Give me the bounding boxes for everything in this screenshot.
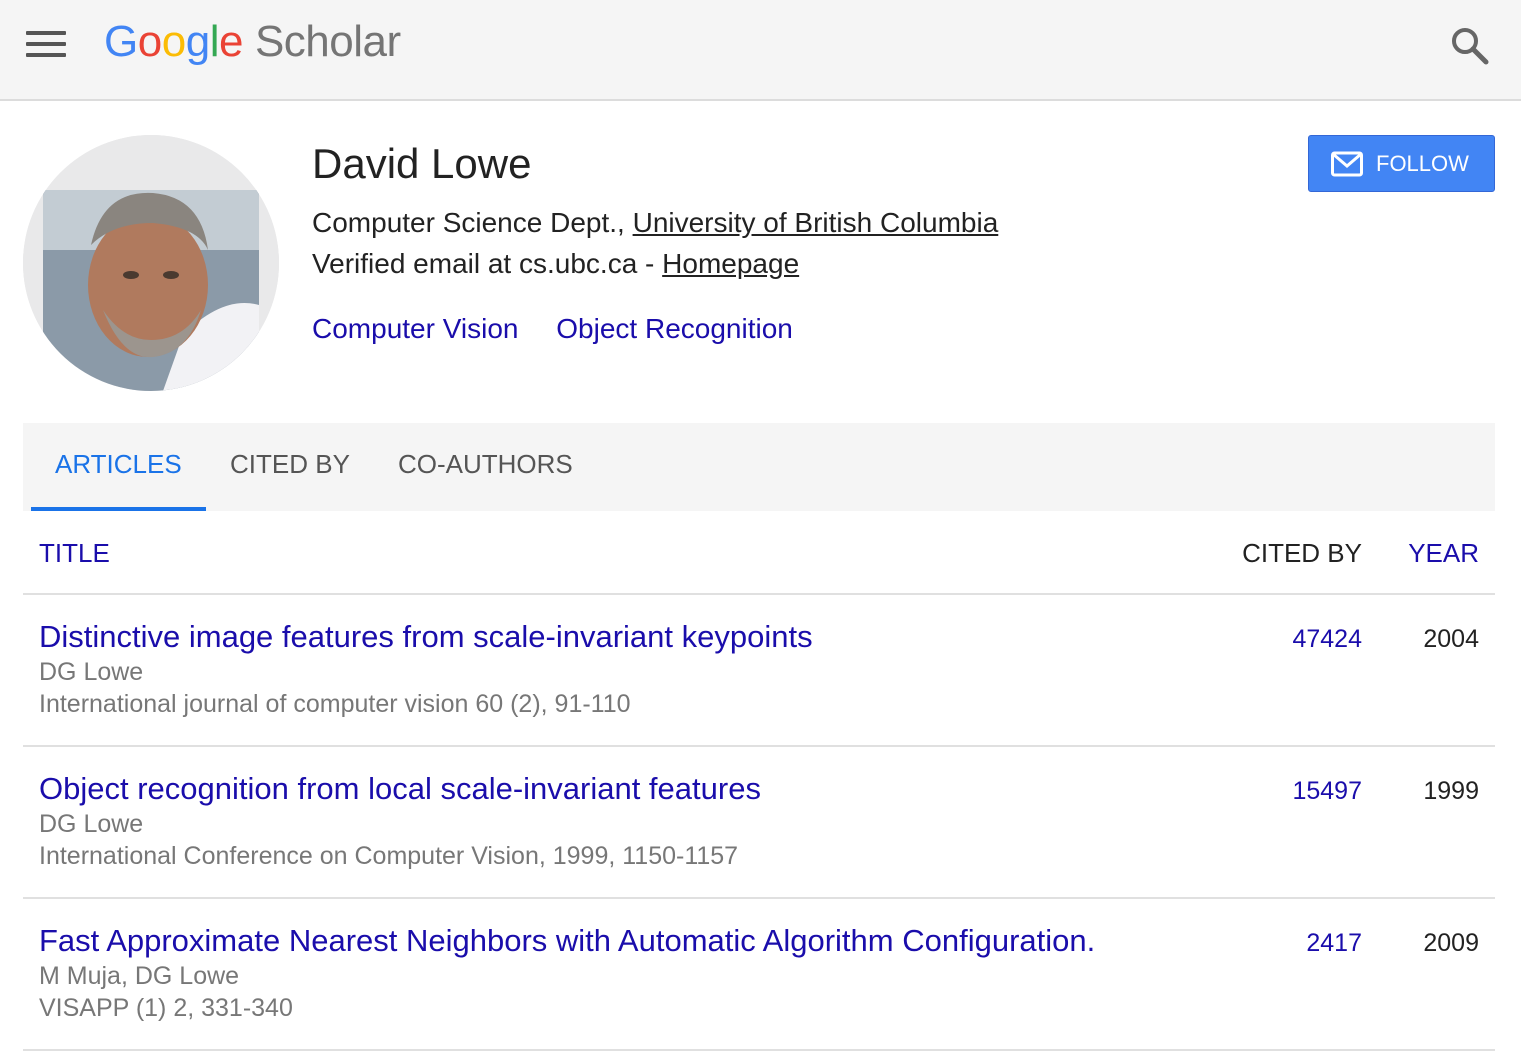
article-venue: International journal of computer vision… (39, 690, 631, 718)
article-title-link[interactable]: Distinctive image features from scale-in… (39, 619, 813, 655)
interest-computer-vision[interactable]: Computer Vision (312, 313, 518, 344)
profile-photo (23, 135, 279, 391)
table-row: Fast Approximate Nearest Neighbors with … (23, 899, 1495, 1051)
cited-by-count-link[interactable]: 47424 (1292, 625, 1362, 654)
article-venue: International Conference on Computer Vis… (39, 842, 739, 870)
article-year: 2004 (1423, 625, 1479, 653)
profile-name: David Lowe (312, 140, 532, 187)
top-bar: Google Scholar (0, 0, 1521, 101)
cited-by-header: CITED BY (1242, 538, 1362, 568)
logo-letter: o (161, 17, 186, 66)
articles-table-header: TITLE CITED BY YEAR (23, 511, 1495, 595)
tab-cited-by[interactable]: CITED BY (230, 449, 350, 480)
article-title-link[interactable]: Object recognition from local scale-inva… (39, 771, 761, 807)
logo-letter: l (209, 17, 220, 66)
cited-by-count-link[interactable]: 2417 (1306, 929, 1362, 958)
profile-email: Verified email at cs.ubc.ca - Homepage (312, 248, 799, 280)
logo-letter: G (104, 17, 138, 66)
search-icon[interactable] (1448, 24, 1492, 68)
affiliation-department: Computer Science Dept., (312, 207, 633, 238)
profile-tabs: ARTICLES CITED BY CO-AUTHORS (23, 423, 1495, 511)
cited-by-count-link[interactable]: 15497 (1292, 777, 1362, 806)
article-title-link[interactable]: Fast Approximate Nearest Neighbors with … (39, 923, 1095, 959)
table-row: Object recognition from local scale-inva… (23, 747, 1495, 899)
google-scholar-logo[interactable]: Google Scholar (104, 14, 401, 70)
hamburger-menu-icon[interactable] (26, 31, 66, 57)
envelope-icon (1331, 151, 1363, 177)
article-year: 1999 (1423, 777, 1479, 805)
sort-by-year[interactable]: YEAR (1408, 538, 1479, 569)
research-interests: Computer Vision Object Recognition (312, 313, 823, 345)
follow-label: FOLLOW (1376, 151, 1469, 176)
logo-letter: g (185, 17, 210, 66)
homepage-link[interactable]: Homepage (662, 248, 799, 279)
logo-letter: e (218, 17, 243, 66)
article-year: 2009 (1423, 929, 1479, 957)
follow-button[interactable]: FOLLOW (1308, 135, 1495, 192)
affiliation-link[interactable]: University of British Columbia (633, 207, 999, 238)
logo-letter: o (137, 17, 162, 66)
tab-articles[interactable]: ARTICLES (55, 449, 182, 480)
article-authors: DG Lowe (39, 810, 144, 838)
tab-co-authors[interactable]: CO-AUTHORS (398, 449, 573, 480)
sort-by-title[interactable]: TITLE (39, 538, 110, 569)
article-authors: DG Lowe (39, 658, 144, 686)
profile-affiliation: Computer Science Dept., University of Br… (312, 207, 998, 239)
article-venue: VISAPP (1) 2, 331-340 (39, 994, 293, 1022)
article-authors: M Muja, DG Lowe (39, 962, 240, 990)
interest-object-recognition[interactable]: Object Recognition (556, 313, 793, 344)
logo-scholar-text: Scholar (254, 17, 401, 66)
table-row: Distinctive image features from scale-in… (23, 595, 1495, 747)
verified-email-text: Verified email at cs.ubc.ca - (312, 248, 663, 279)
